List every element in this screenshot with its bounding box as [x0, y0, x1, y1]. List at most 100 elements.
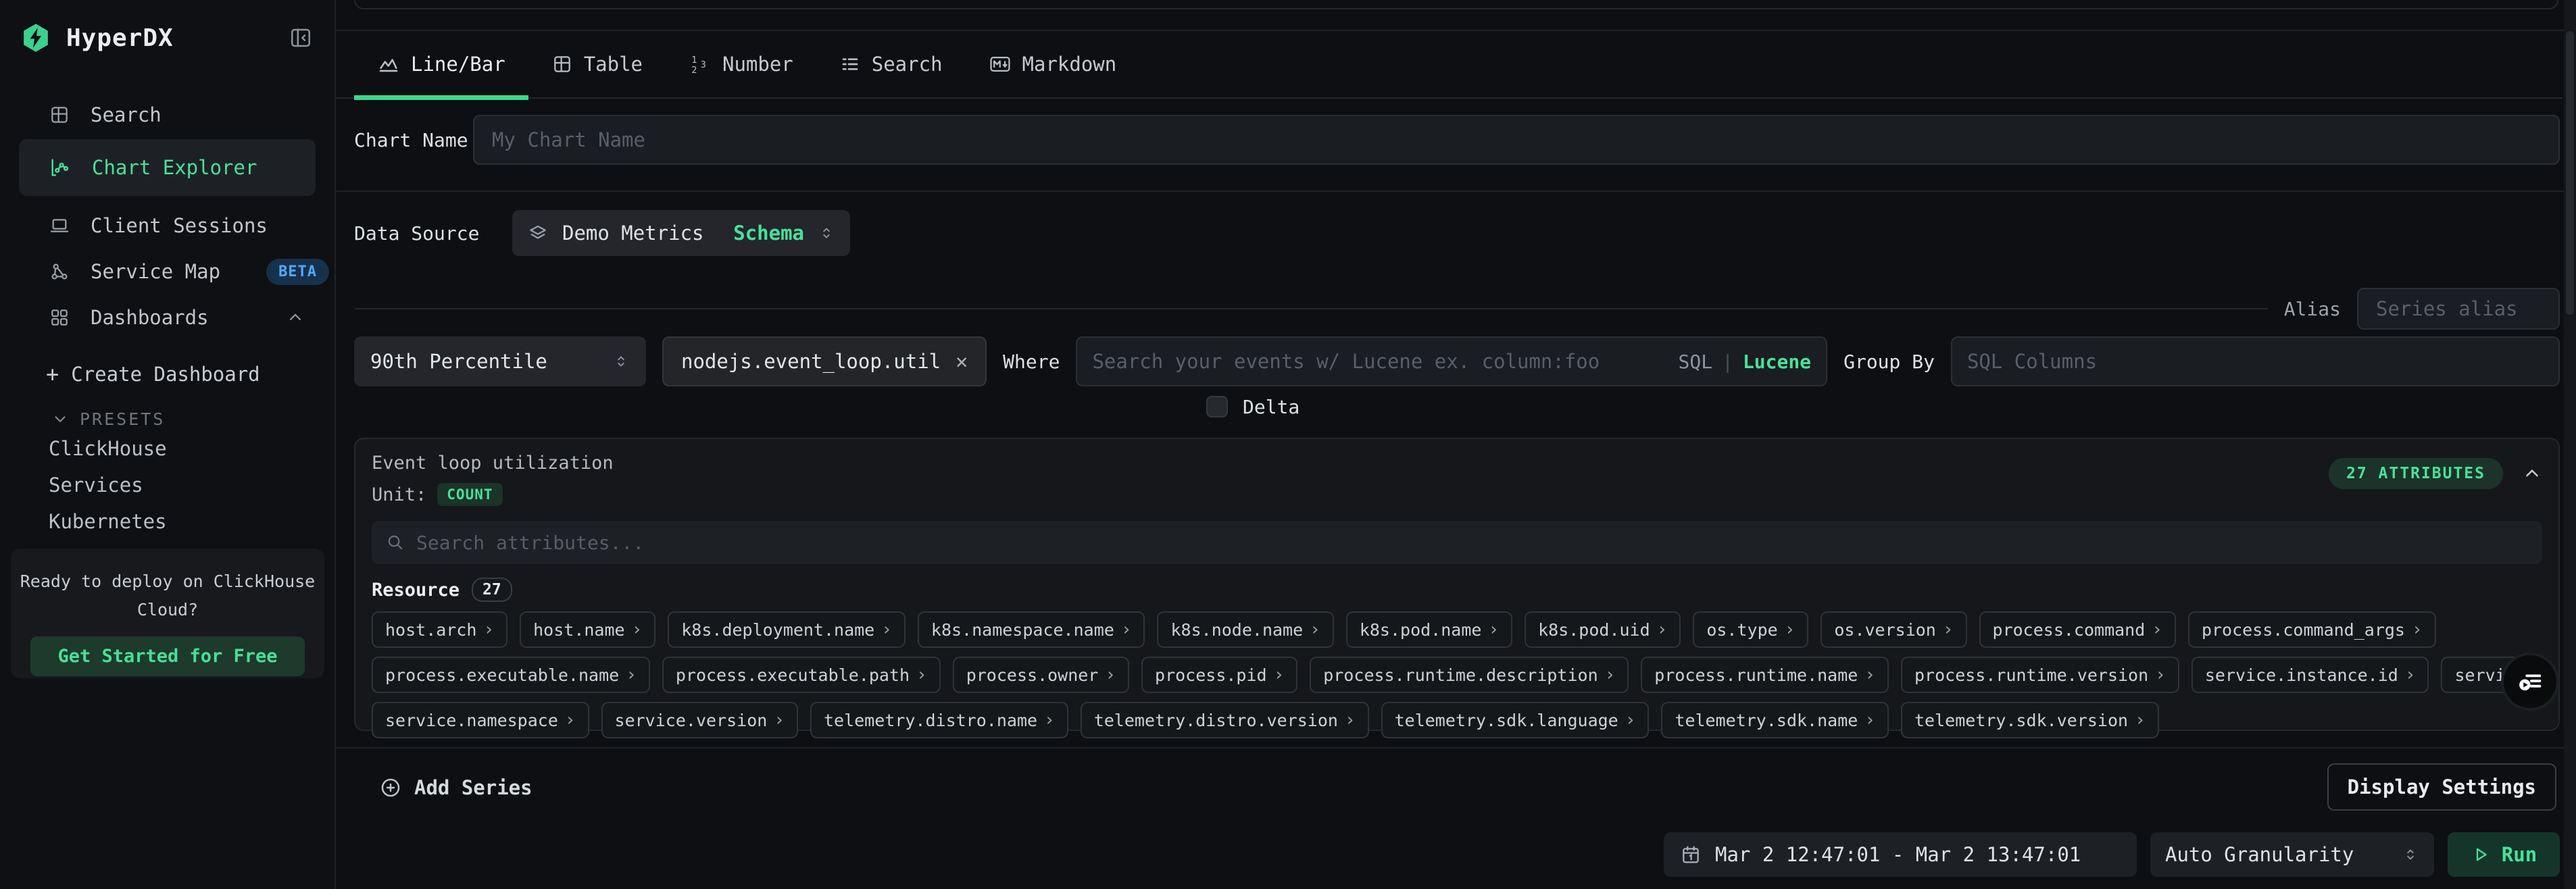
lucene-mode-toggle[interactable]: Lucene: [1743, 351, 1811, 373]
sidebar-item-chart-explorer[interactable]: Chart Explorer: [19, 139, 316, 196]
where-label: Where: [1003, 351, 1060, 373]
svg-text:3: 3: [701, 60, 706, 70]
group-by-input[interactable]: [1967, 350, 2544, 373]
chevron-updown-icon: [2402, 846, 2419, 863]
chevron-right-icon: ›: [1864, 665, 1875, 685]
metric-chip[interactable]: nodejs.event_loop.util ✕: [662, 336, 987, 386]
chevron-right-icon: ›: [2412, 619, 2423, 640]
attribute-chip-label: service.namespace: [385, 711, 558, 730]
granularity-value: Auto Granularity: [2165, 843, 2354, 866]
tab-label: Table: [584, 53, 643, 76]
attributes-search-box: [372, 521, 2542, 564]
attribute-chip[interactable]: k8s.pod.uid ›: [1525, 611, 1681, 648]
granularity-select[interactable]: Auto Granularity: [2150, 832, 2434, 877]
where-input-box: SQL | Lucene: [1076, 336, 1827, 386]
schema-link[interactable]: Schema: [733, 222, 804, 245]
sidebar-item-label: Client Sessions: [91, 214, 268, 237]
sidebar-item-dashboards[interactable]: Dashboards: [0, 296, 335, 339]
attribute-chip-label: telemetry.sdk.name: [1675, 711, 1858, 730]
add-series-button[interactable]: Add Series: [379, 773, 532, 803]
attribute-chip[interactable]: process.executable.path ›: [662, 657, 941, 693]
attribute-chip[interactable]: telemetry.distro.name ›: [810, 702, 1068, 738]
attribute-chip[interactable]: k8s.pod.name ›: [1346, 611, 1512, 648]
chevron-right-icon: ›: [483, 619, 494, 640]
collapse-attributes-icon[interactable]: [2522, 463, 2542, 484]
display-settings-button[interactable]: Display Settings: [2327, 763, 2556, 811]
attribute-chip[interactable]: service.instance.id ›: [2191, 657, 2429, 693]
attribute-chip[interactable]: service.namespace ›: [372, 702, 589, 738]
chart-type-tabs: Line/Bar Table 123 Number Search: [336, 31, 2562, 99]
attribute-chip[interactable]: process.runtime.version ›: [1901, 657, 2179, 693]
time-range-picker[interactable]: Mar 2 12:47:01 - Mar 2 13:47:01: [1664, 832, 2137, 877]
vertical-scrollbar[interactable]: [2564, 0, 2576, 889]
where-input[interactable]: [1092, 350, 1668, 373]
play-icon: [2471, 844, 2491, 865]
preset-item-kubernetes[interactable]: Kubernetes: [49, 508, 167, 535]
preset-item-services[interactable]: Services: [49, 472, 143, 499]
attribute-chip[interactable]: k8s.node.name ›: [1157, 611, 1333, 648]
aggregation-select[interactable]: 90th Percentile: [354, 336, 646, 386]
sidebar-collapse-icon[interactable]: [286, 23, 316, 53]
attribute-chip[interactable]: service.version ›: [601, 702, 798, 738]
attribute-chip[interactable]: telemetry.sdk.name ›: [1661, 702, 1889, 738]
attribute-chip-label: service.instance.id: [2205, 665, 2398, 685]
sql-mode-toggle[interactable]: SQL: [1679, 351, 1713, 373]
sidebar-item-service-map[interactable]: Service Map BETA: [0, 250, 335, 293]
attribute-chip-label: process.command: [1993, 620, 2146, 640]
alias-input[interactable]: [2357, 288, 2560, 330]
alias-label: Alias: [2284, 298, 2341, 320]
scrollbar-thumb[interactable]: [2566, 31, 2574, 315]
attribute-chip[interactable]: process.command ›: [1979, 611, 2176, 648]
attribute-chip[interactable]: process.command_args ›: [2188, 611, 2436, 648]
attribute-chip[interactable]: k8s.deployment.name ›: [668, 611, 906, 648]
chevron-up-icon: [286, 308, 305, 327]
create-dashboard-button[interactable]: + Create Dashboard: [0, 358, 335, 390]
attribute-chip[interactable]: process.runtime.description ›: [1310, 657, 1629, 693]
attribute-chip-label: host.arch: [385, 620, 476, 640]
attribute-chip[interactable]: process.executable.name ›: [372, 657, 650, 693]
chevron-right-icon: ›: [1605, 665, 1616, 685]
chevron-right-icon: ›: [1310, 619, 1320, 640]
add-series-label: Add Series: [414, 776, 532, 799]
presets-header[interactable]: PRESETS: [0, 407, 335, 431]
data-source-value: Demo Metrics: [562, 222, 720, 245]
attribute-chip[interactable]: telemetry.sdk.version ›: [1901, 702, 2159, 738]
attribute-chip-label: k8s.deployment.name: [681, 620, 874, 640]
attribute-chip[interactable]: host.arch ›: [372, 611, 507, 648]
delta-row: Delta: [336, 393, 1299, 420]
tab-search[interactable]: Search: [816, 31, 966, 97]
delta-checkbox[interactable]: [1206, 396, 1228, 417]
tab-line-bar[interactable]: Line/Bar: [354, 31, 528, 97]
preset-item-clickhouse[interactable]: ClickHouse: [49, 435, 167, 462]
run-button[interactable]: Run: [2448, 832, 2560, 877]
attribute-chip[interactable]: process.owner ›: [953, 657, 1129, 693]
run-label: Run: [2502, 843, 2537, 866]
attribute-chip[interactable]: os.version ›: [1820, 611, 1966, 648]
attribute-chip[interactable]: host.name ›: [520, 611, 655, 648]
get-started-button[interactable]: Get Started for Free: [30, 636, 304, 676]
attribute-chip[interactable]: os.type ›: [1693, 611, 1808, 648]
attribute-chip[interactable]: telemetry.sdk.language ›: [1381, 702, 1650, 738]
attribute-chip-label: k8s.node.name: [1170, 620, 1303, 640]
remove-metric-icon[interactable]: ✕: [956, 350, 968, 374]
attribute-chip[interactable]: process.pid ›: [1141, 657, 1297, 693]
tab-table[interactable]: Table: [528, 31, 666, 97]
attribute-chip[interactable]: k8s.namespace.name ›: [918, 611, 1145, 648]
attribute-chip[interactable]: telemetry.distro.version ›: [1081, 702, 1369, 738]
tab-markdown[interactable]: Markdown: [966, 31, 1140, 97]
sidebar-item-search[interactable]: Search: [0, 93, 335, 136]
data-source-select[interactable]: Demo Metrics Schema: [512, 210, 850, 256]
aggregation-value: 90th Percentile: [370, 350, 547, 373]
chevron-right-icon: ›: [632, 619, 643, 640]
chevron-right-icon: ›: [1625, 710, 1636, 730]
attribute-chip[interactable]: process.runtime.name ›: [1641, 657, 1889, 693]
chevron-right-icon: ›: [1488, 619, 1499, 640]
tab-label: Number: [722, 53, 793, 76]
tab-number[interactable]: 123 Number: [666, 31, 816, 97]
chart-name-input[interactable]: [473, 115, 2560, 165]
attributes-search-input[interactable]: [416, 532, 2529, 554]
feedback-widget-button[interactable]: [2501, 653, 2559, 711]
sidebar-item-client-sessions[interactable]: Client Sessions: [0, 204, 335, 247]
attribute-chip-label: process.owner: [966, 665, 1099, 685]
markdown-icon: [989, 53, 1012, 76]
